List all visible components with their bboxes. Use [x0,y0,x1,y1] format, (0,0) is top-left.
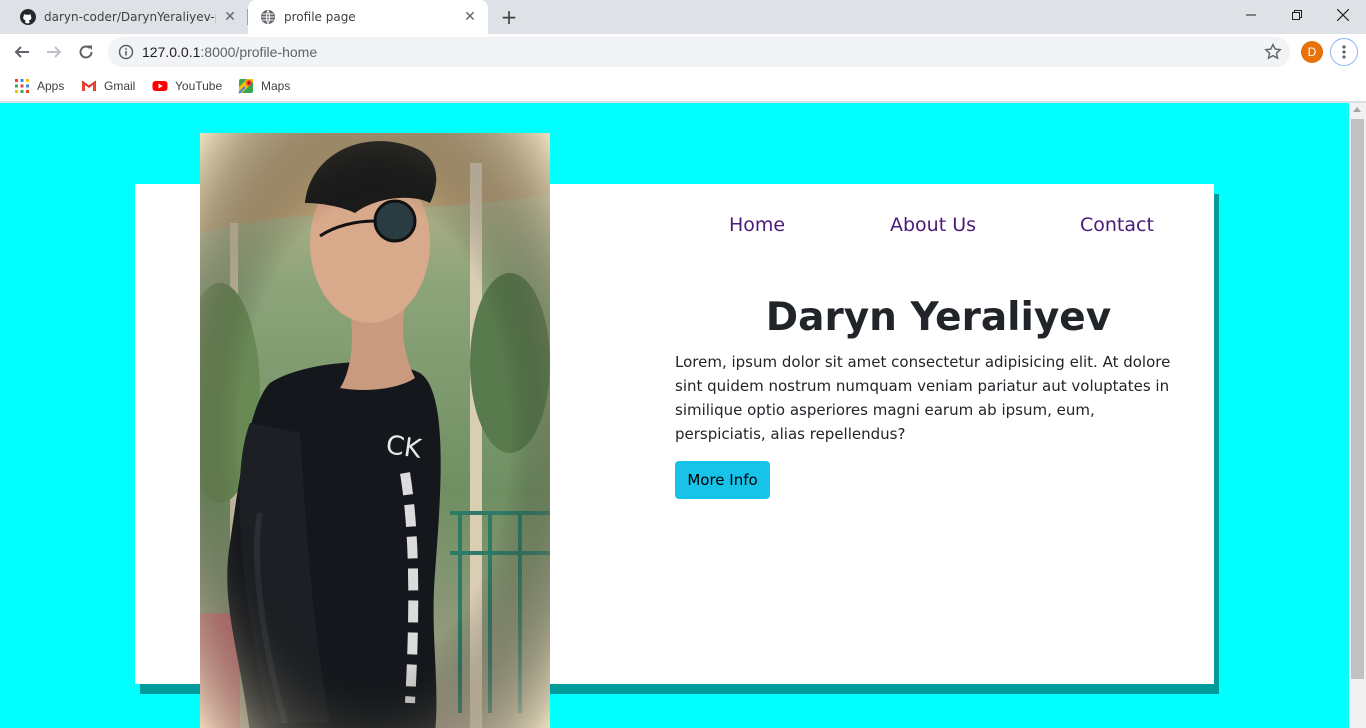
bookmark-youtube[interactable]: YouTube [152,76,222,96]
more-info-button[interactable]: More Info [675,461,770,499]
bookmarks-bar: Apps Gmail YouTube Maps [0,70,1366,102]
nav-link-about-us[interactable]: About Us [890,214,976,236]
gmail-icon [81,80,97,91]
minimize-icon[interactable] [1228,0,1274,30]
tab-github[interactable]: daryn-coder/DarynYeraliyev-prof ✕ [8,0,248,34]
github-icon [20,9,36,25]
bookmark-star-icon[interactable] [1264,43,1282,61]
profile-name: Daryn Yeraliyev [765,295,1112,340]
close-icon[interactable]: ✕ [462,9,478,25]
info-icon[interactable] [118,44,134,60]
back-arrow-icon[interactable] [8,38,36,66]
bookmark-gmail[interactable]: Gmail [81,76,135,96]
apps-grid-icon [15,79,29,93]
scroll-up-arrow-icon[interactable] [1353,107,1361,112]
youtube-icon [152,81,168,91]
bookmark-label: YouTube [175,79,223,93]
profile-avatar[interactable]: D [1301,41,1323,63]
close-icon[interactable]: ✕ [222,9,238,25]
globe-icon [261,10,275,24]
url-text: 127.0.0.1:8000/profile-home [142,44,317,60]
tab-profile-page[interactable]: profile page ✕ [248,0,488,34]
kebab-menu-icon[interactable] [1330,38,1358,66]
nav-link-contact[interactable]: Contact [1080,214,1154,236]
browser-toolbar: 127.0.0.1:8000/profile-home D [0,34,1366,70]
bookmark-label: Maps [261,79,291,93]
bookmark-label: Apps [37,79,65,93]
url-path: :8000/profile-home [200,44,318,60]
page-viewport: CK Home About Us Contact Daryn Yeraliyev… [0,103,1349,728]
tab-strip: daryn-coder/DarynYeraliyev-prof ✕ profil… [0,0,1366,34]
close-window-icon[interactable] [1320,0,1366,30]
address-bar[interactable]: 127.0.0.1:8000/profile-home [108,37,1290,67]
bookmark-apps[interactable]: Apps [14,76,64,96]
profile-bio: Lorem, ipsum dolor sit amet consectetur … [675,353,1171,443]
nav-link-home[interactable]: Home [729,214,785,236]
scroll-thumb[interactable] [1351,119,1364,679]
tab-title: profile page [284,10,356,24]
forward-arrow-icon[interactable] [40,38,68,66]
tab-title: daryn-coder/DarynYeraliyev-prof [44,10,216,24]
vertical-scrollbar[interactable] [1349,103,1366,728]
bookmark-label: Gmail [104,79,136,93]
maps-icon [238,79,253,94]
profile-photo: CK [200,133,550,728]
new-tab-button[interactable]: + [497,5,521,29]
reload-icon[interactable] [72,38,100,66]
bookmark-maps[interactable]: Maps [238,76,290,96]
url-host: 127.0.0.1 [142,44,201,60]
profile-photo-image: CK [200,133,550,728]
restore-icon[interactable] [1274,0,1320,30]
